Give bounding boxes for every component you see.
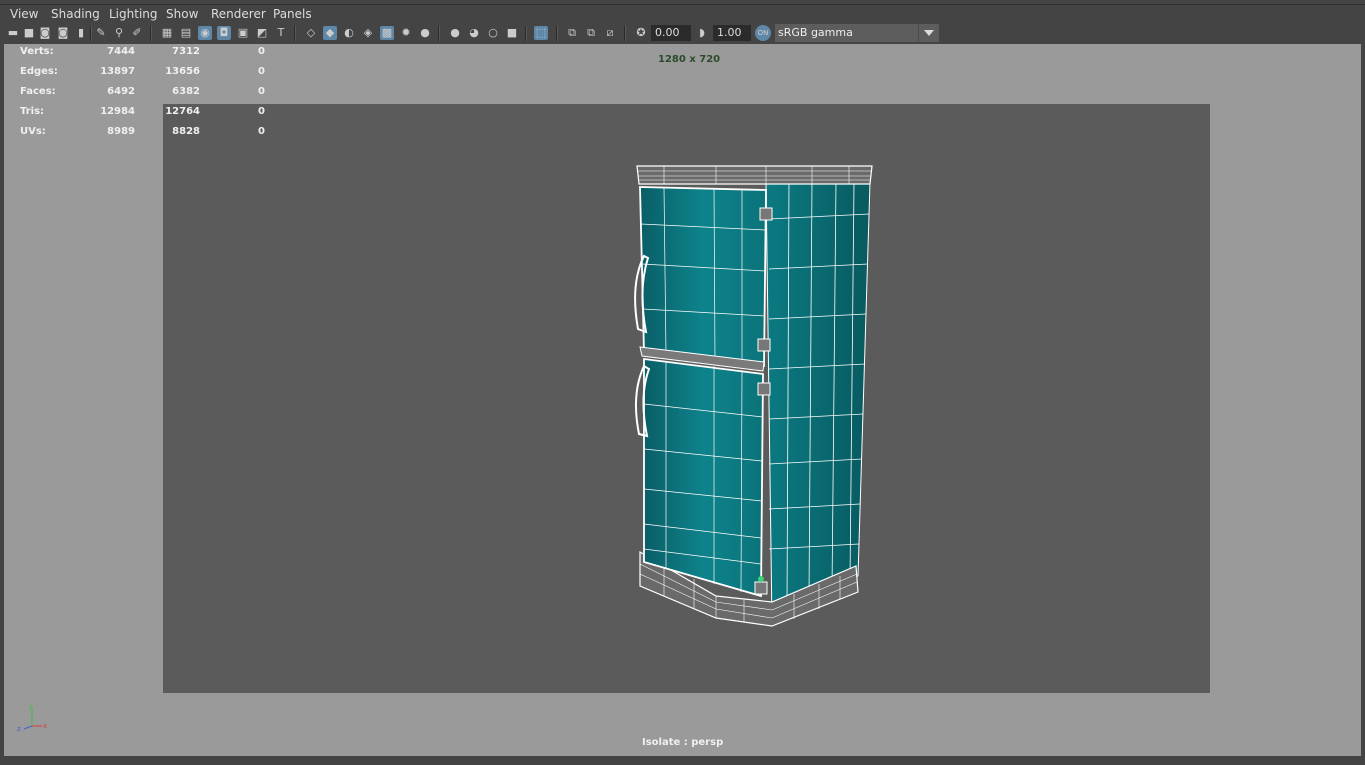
hinge-top — [759, 207, 773, 221]
menu-show[interactable]: Show — [166, 7, 198, 21]
textured-icon[interactable]: ▩ — [380, 26, 394, 40]
pivot-marker — [758, 576, 764, 582]
image-plane-icon[interactable]: ✎ — [94, 26, 108, 40]
resolution-gate-icon[interactable]: ◉ — [198, 26, 212, 40]
toolbar-separator — [438, 26, 440, 41]
field-chart-icon[interactable]: ▣ — [236, 26, 250, 40]
panel-toolbar: ▬ ■ ◙ ◙ ▮ ✎ ⚲ ✐ ▦ ▤ ◉ ◘ ▣ ◩ T ◇ ◆ ◐ ◈ ▩ … — [0, 23, 1365, 44]
bookmark-icon[interactable]: ▮ — [74, 26, 88, 40]
toolbar-separator — [150, 26, 152, 41]
bookmark-camera-icon[interactable]: ◙ — [56, 26, 70, 40]
2d-pan-zoom-icon[interactable]: ⚲ — [112, 26, 126, 40]
viewport[interactable]: Verts: 7444 7312 0 Edges: 13897 13656 0 … — [4, 44, 1361, 756]
ambient-occlusion-icon[interactable]: ● — [448, 26, 462, 40]
axis-gizmo-icon: y x z — [17, 704, 47, 733]
gamma-icon[interactable]: ◗ — [695, 26, 709, 40]
xray-components-icon[interactable]: ⧄ — [603, 26, 617, 40]
toolbar-separator — [624, 26, 626, 41]
upper-door[interactable] — [639, 186, 767, 368]
smooth-shade-icon[interactable]: ◆ — [323, 26, 337, 40]
gate-mask-icon[interactable]: ◘ — [217, 26, 231, 40]
isolate-icon[interactable]: ⬚ — [534, 26, 548, 40]
anti-aliasing-icon[interactable]: ○ — [486, 26, 500, 40]
shadows-icon[interactable]: ● — [418, 26, 432, 40]
wireframe-icon[interactable]: ◇ — [304, 26, 318, 40]
grid-icon[interactable]: ▦ — [160, 26, 174, 40]
camera-label: Isolate : persp — [642, 737, 724, 748]
menu-renderer[interactable]: Renderer — [211, 7, 266, 21]
safe-action-icon[interactable]: ◩ — [255, 26, 269, 40]
chevron-down-icon[interactable] — [918, 24, 939, 42]
menu-panels[interactable]: Panels — [273, 7, 312, 21]
view-transform-dropdown[interactable]: sRGB gamma — [775, 24, 918, 42]
svg-text:x: x — [43, 722, 47, 730]
lower-door[interactable] — [643, 357, 764, 598]
fridge-top — [636, 165, 873, 185]
depth-of-field-icon[interactable]: ■ — [505, 26, 519, 40]
default-material-icon[interactable]: ◐ — [342, 26, 356, 40]
lights-icon[interactable]: ✹ — [399, 26, 413, 40]
hinge-middle — [757, 338, 771, 352]
menu-view[interactable]: View — [10, 7, 38, 21]
panel-menu-bar: View Shading Lighting Show Renderer Pane… — [0, 4, 1365, 25]
menu-shading[interactable]: Shading — [51, 7, 100, 21]
svg-text:y: y — [29, 704, 33, 710]
grease-pencil-icon[interactable]: ✐ — [130, 26, 144, 40]
gamma-field[interactable]: 1.00 — [713, 25, 751, 41]
film-gate-icon[interactable]: ▤ — [179, 26, 193, 40]
hinge-bottom — [754, 581, 768, 595]
select-camera-icon[interactable]: ▬ — [6, 26, 20, 40]
exposure-icon[interactable]: ✪ — [634, 26, 648, 40]
toolbar-separator — [556, 26, 558, 41]
motion-blur-icon[interactable]: ◕ — [467, 26, 481, 40]
bottom-border — [0, 756, 1365, 765]
safe-title-icon[interactable]: T — [274, 26, 288, 40]
svg-text:z: z — [17, 725, 21, 733]
menu-lighting[interactable]: Lighting — [109, 7, 158, 21]
toolbar-separator — [90, 26, 92, 41]
camera-icon[interactable]: ■ — [22, 26, 36, 40]
toolbar-separator — [294, 26, 296, 41]
color-management-icon[interactable]: ON — [755, 25, 771, 41]
wireframe-on-shaded-icon[interactable]: ◈ — [361, 26, 375, 40]
maya-viewport-panel: View Shading Lighting Show Renderer Pane… — [0, 0, 1365, 765]
xray-icon[interactable]: ⧉ — [565, 26, 579, 40]
camera-attributes-icon[interactable]: ◙ — [38, 26, 52, 40]
fridge-model[interactable] — [4, 44, 1361, 756]
xray-joints-icon[interactable]: ⧉ — [584, 26, 598, 40]
hinge-lower — [757, 382, 771, 396]
toolbar-separator — [525, 26, 527, 41]
exposure-field[interactable]: 0.00 — [651, 25, 691, 41]
